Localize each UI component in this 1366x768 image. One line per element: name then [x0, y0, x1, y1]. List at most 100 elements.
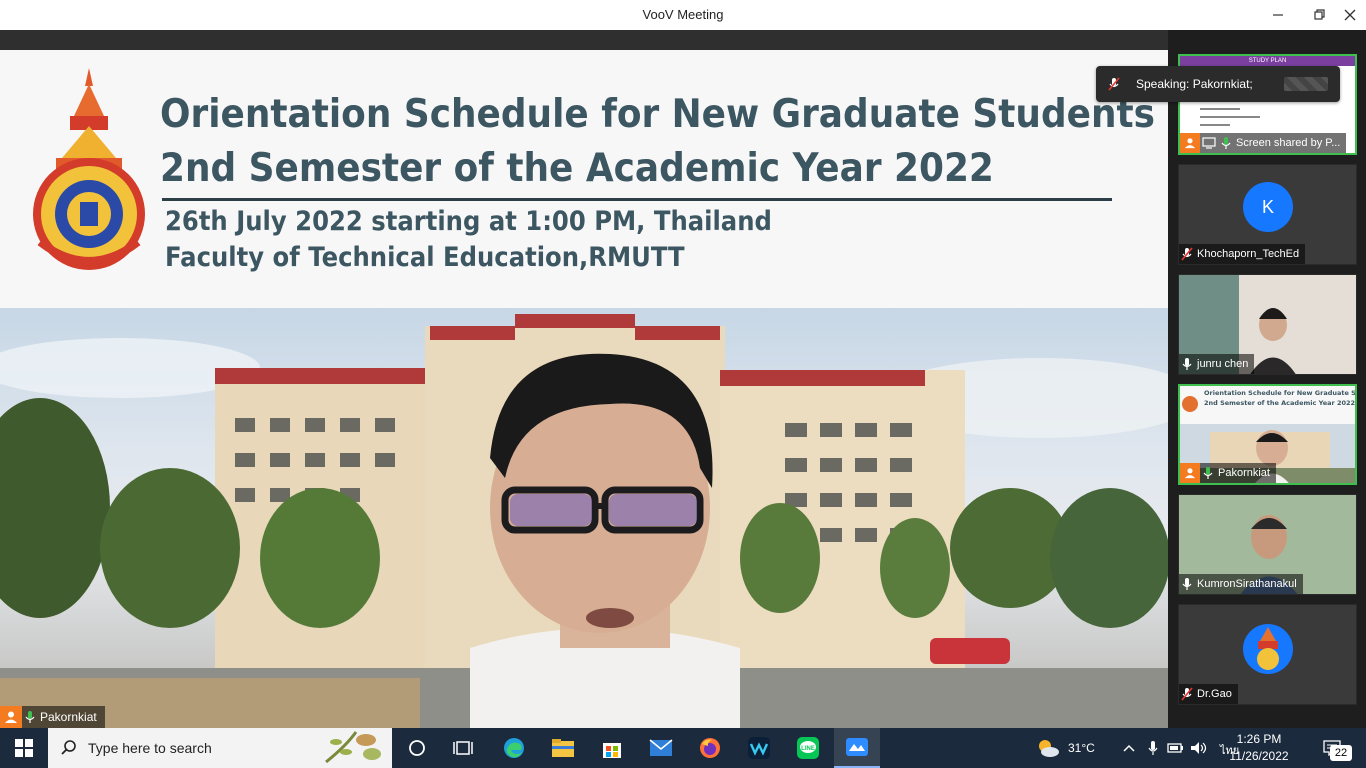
search-icon	[61, 740, 76, 755]
restore-button[interactable]	[1308, 4, 1332, 26]
participant-panel: STUDY PLAN Screen shared by P... K Khoch…	[1168, 30, 1366, 728]
speaking-indicator: Speaking: Pakornkiat;	[1096, 66, 1340, 102]
host-icon	[0, 706, 22, 728]
minimize-button[interactable]	[1266, 4, 1290, 26]
thumbnail-header-bar: STUDY PLAN	[1180, 56, 1355, 66]
taskbar-search[interactable]: Type here to search	[48, 728, 392, 768]
microphone-icon	[1148, 741, 1158, 755]
microphone-icon	[1179, 574, 1195, 594]
start-button[interactable]	[0, 728, 48, 768]
windows-taskbar: Type here to search LINE 31°C ไทย 1:26 P…	[0, 728, 1366, 768]
clock-time: 1:26 PM	[1236, 732, 1282, 746]
mail-icon	[649, 739, 673, 756]
taskbar-app-voov-meeting[interactable]	[834, 728, 880, 768]
webex-icon	[748, 737, 770, 759]
restore-icon	[1314, 9, 1325, 20]
close-icon	[1344, 9, 1356, 21]
battery-plug-icon	[1167, 743, 1183, 753]
slide-date-line: 26th July 2022 starting at 1:00 PM, Thai…	[165, 206, 772, 237]
microphone-tray-button[interactable]	[1142, 728, 1164, 768]
screen-share-icon	[1200, 133, 1218, 153]
thumbnail-title-2: 2nd Semester of the Academic Year 2022	[1204, 399, 1356, 407]
main-speaker-tag: Pakornkiat	[0, 706, 105, 728]
taskbar-app-mail[interactable]	[638, 728, 684, 768]
speaker-volume-icon	[1191, 742, 1207, 754]
voov-meeting-icon	[846, 738, 868, 756]
power-tray-button[interactable]	[1165, 728, 1187, 768]
slide-title-line-1: Orientation Schedule for New Graduate St…	[160, 92, 1156, 137]
search-placeholder: Type here to search	[88, 740, 212, 756]
window-title: VooV Meeting	[642, 7, 724, 22]
cortana-button[interactable]	[394, 728, 440, 768]
minimize-icon	[1273, 14, 1283, 16]
task-view-icon	[453, 741, 473, 755]
participant-label: Dr.Gao	[1179, 684, 1238, 704]
show-hidden-icons-button[interactable]	[1118, 728, 1140, 768]
participant-tile-pakornkiat[interactable]: Orientation Schedule for New Graduate St…	[1178, 384, 1357, 485]
microphone-icon	[1179, 354, 1195, 374]
taskbar-clock[interactable]: 1:26 PM 11/26/2022	[1216, 731, 1302, 765]
muted-microphone-icon	[1179, 244, 1195, 264]
participant-label: KumronSirathanakul	[1179, 574, 1303, 594]
thumbnail-title-1: Orientation Schedule for New Graduate St…	[1204, 389, 1356, 397]
microphone-icon	[1200, 463, 1216, 483]
taskbar-app-firefox[interactable]	[687, 728, 733, 768]
thumbnail-header-text: STUDY PLAN	[1248, 58, 1287, 64]
host-icon	[1180, 133, 1200, 153]
window-title-bar: VooV Meeting	[0, 0, 1366, 30]
campus-photo-with-speaker	[0, 308, 1168, 728]
participant-name: Khochaporn_TechEd	[1197, 248, 1300, 260]
participant-name: Dr.Gao	[1197, 688, 1232, 700]
line-icon: LINE	[797, 737, 819, 759]
windows-logo-icon	[15, 739, 33, 757]
slide-divider	[162, 198, 1112, 201]
weather-temperature[interactable]: 31°C	[1068, 741, 1095, 755]
participant-tile-kumron[interactable]: KumronSirathanakul	[1178, 494, 1357, 595]
participant-label: junru chen	[1179, 354, 1255, 374]
participant-tile-khochaporn[interactable]: K Khochaporn_TechEd	[1178, 164, 1357, 265]
main-video-area[interactable]: Orientation Schedule for New Graduate St…	[0, 30, 1168, 728]
taskbar-app-file-explorer[interactable]	[540, 728, 586, 768]
edge-icon	[504, 738, 524, 758]
close-button[interactable]	[1338, 4, 1362, 26]
participant-label: Screen shared by P...	[1180, 133, 1347, 153]
notification-count-badge: 22	[1330, 745, 1352, 761]
shared-slide: Orientation Schedule for New Graduate St…	[0, 50, 1168, 728]
microphone-icon	[22, 706, 38, 728]
taskbar-app-line[interactable]: LINE	[785, 728, 831, 768]
slide-faculty-line: Faculty of Technical Education,RMUTT	[165, 242, 685, 273]
slide-header: Orientation Schedule for New Graduate St…	[0, 50, 1168, 308]
muted-microphone-icon	[1179, 684, 1195, 704]
host-icon	[1180, 463, 1200, 483]
search-highlight-illustration	[325, 731, 381, 764]
blurred-names	[1284, 77, 1328, 91]
participant-name: Screen shared by P...	[1236, 137, 1341, 149]
task-view-button[interactable]	[440, 728, 486, 768]
participant-tile-junru-chen[interactable]: junru chen	[1178, 274, 1357, 375]
participant-name: junru chen	[1197, 358, 1249, 370]
cortana-icon	[409, 740, 425, 756]
main-top-strip	[0, 30, 1168, 50]
university-logo	[33, 68, 145, 270]
taskbar-app-edge[interactable]	[491, 728, 537, 768]
participant-label: Pakornkiat	[1180, 463, 1276, 483]
microphone-icon	[1218, 133, 1234, 153]
taskbar-app-store[interactable]	[589, 728, 635, 768]
avatar: K	[1243, 182, 1293, 232]
svg-text:LINE: LINE	[801, 746, 815, 752]
participant-name: Pakornkiat	[1218, 467, 1270, 479]
store-icon	[603, 743, 621, 758]
slide-title-line-2: 2nd Semester of the Academic Year 2022	[160, 146, 994, 191]
participant-name: KumronSirathanakul	[1197, 578, 1297, 590]
participant-tile-dr-gao[interactable]: Dr.Gao	[1178, 604, 1357, 705]
participant-label: Khochaporn_TechEd	[1179, 244, 1306, 264]
weather-icon	[1039, 740, 1059, 757]
volume-tray-button[interactable]	[1188, 728, 1210, 768]
main-speaker-name: Pakornkiat	[40, 710, 97, 724]
folder-icon	[552, 739, 574, 757]
taskbar-app-webex[interactable]	[736, 728, 782, 768]
firefox-icon	[700, 738, 720, 758]
clock-date: 11/26/2022	[1229, 749, 1289, 763]
muted-microphone-icon	[1108, 77, 1120, 91]
chevron-up-icon	[1123, 744, 1135, 752]
